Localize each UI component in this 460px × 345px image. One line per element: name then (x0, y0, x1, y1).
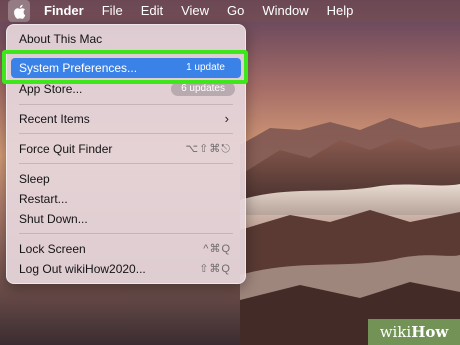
recent-items-label: Recent Items (19, 112, 90, 126)
force-quit-shortcut: ⌥⇧⌘⎋ (185, 143, 231, 155)
menu-item-sleep[interactable]: Sleep (11, 169, 241, 189)
menu-finder[interactable]: Finder (44, 0, 84, 22)
lock-screen-shortcut: ^⌘Q (203, 243, 231, 255)
menu-separator (19, 104, 233, 105)
log-out-shortcut: ⇧⌘Q (199, 263, 231, 275)
lock-screen-label: Lock Screen (19, 242, 86, 256)
menu-item-shut-down[interactable]: Shut Down... (11, 209, 241, 229)
menu-go[interactable]: Go (227, 0, 244, 22)
menu-item-restart[interactable]: Restart... (11, 189, 241, 209)
updates-badge: 6 updates (171, 82, 235, 96)
about-label: About This Mac (19, 32, 103, 46)
wikihow-watermark: wiki How (368, 319, 460, 345)
restart-label: Restart... (19, 192, 68, 206)
menu-separator (19, 163, 233, 164)
menu-item-log-out[interactable]: Log Out wikiHow2020... ⇧⌘Q (11, 259, 241, 279)
sleep-label: Sleep (19, 172, 50, 186)
force-quit-label: Force Quit Finder (19, 142, 113, 156)
menu-separator (19, 233, 233, 234)
apple-logo-icon (13, 4, 25, 19)
log-out-label: Log Out wikiHow2020... (19, 262, 146, 276)
menu-file[interactable]: File (102, 0, 123, 22)
menu-item-lock-screen[interactable]: Lock Screen ^⌘Q (11, 239, 241, 259)
menu-view[interactable]: View (181, 0, 209, 22)
menu-help[interactable]: Help (327, 0, 354, 22)
apple-menu-button[interactable] (8, 0, 30, 22)
menu-bar: Finder File Edit View Go Window Help (0, 0, 460, 22)
shut-down-label: Shut Down... (19, 212, 88, 226)
menu-item-about-this-mac[interactable]: About This Mac (11, 29, 241, 49)
menu-item-force-quit[interactable]: Force Quit Finder ⌥⇧⌘⎋ (11, 139, 241, 159)
menu-edit[interactable]: Edit (141, 0, 163, 22)
chevron-right-icon: › (224, 111, 229, 126)
menu-item-recent-items[interactable]: Recent Items › (11, 109, 241, 129)
menu-separator (19, 133, 233, 134)
highlight-box (2, 50, 248, 84)
menu-window[interactable]: Window (262, 0, 308, 22)
